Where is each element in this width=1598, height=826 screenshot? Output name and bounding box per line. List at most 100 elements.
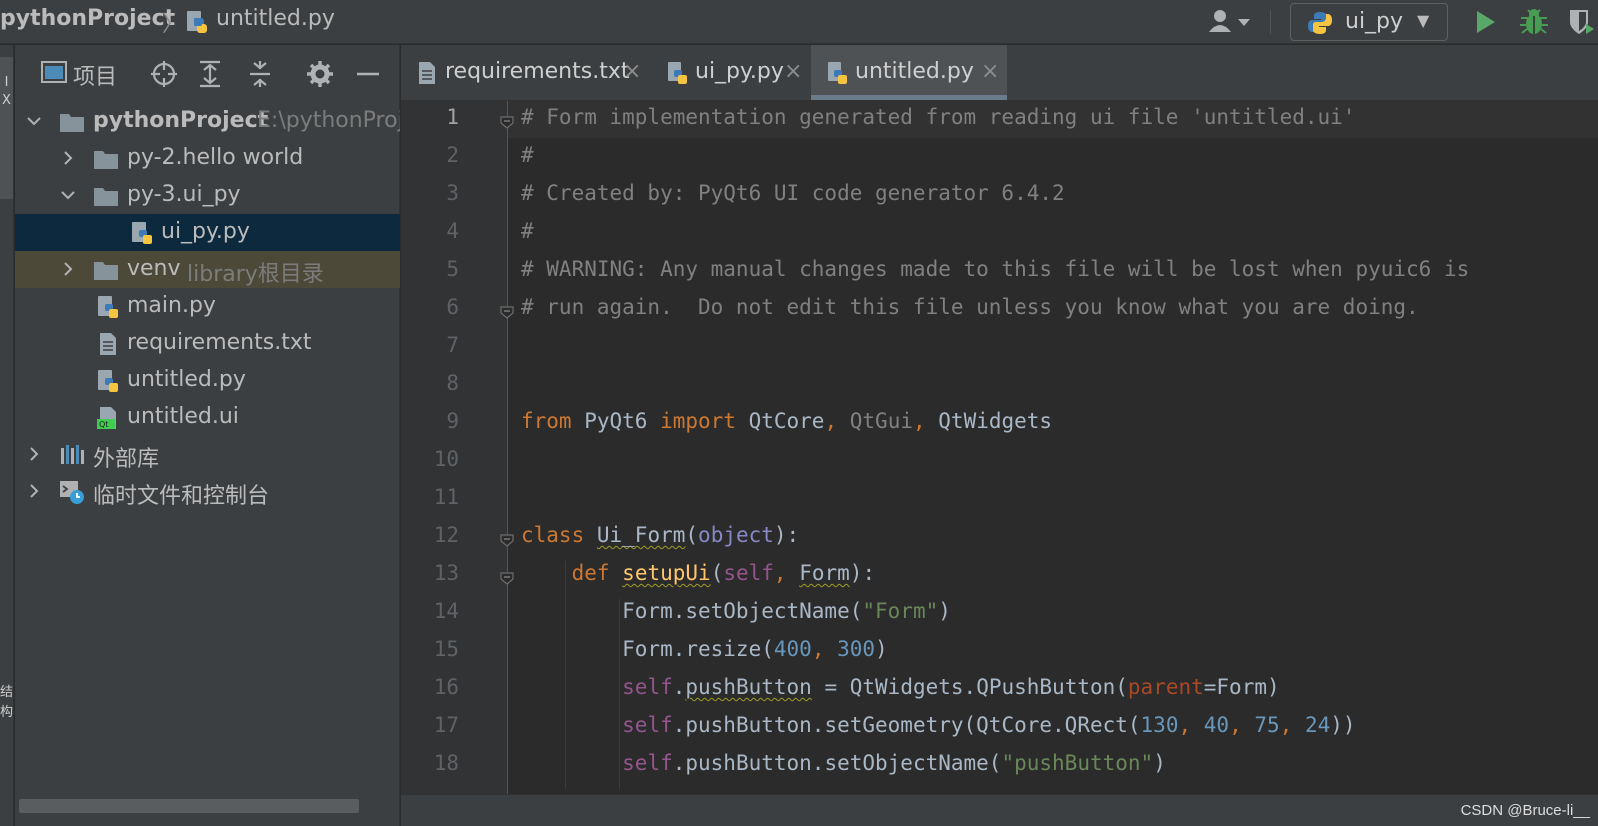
shield-icon [1570, 10, 1594, 34]
chevron-down-icon: ▼ [1417, 11, 1430, 30]
fold-marker-icon[interactable] [499, 114, 515, 130]
code-line[interactable]: # Form implementation generated from rea… [521, 105, 1355, 129]
expand-all-button[interactable] [195, 59, 225, 89]
project-panel-title[interactable]: 项目 [73, 59, 117, 91]
tree-item-untitled-py[interactable]: untitled.py [15, 362, 400, 399]
chevron-down-icon[interactable] [59, 186, 77, 204]
code-editor[interactable]: 1 2 3 4 5 6 7 8 9 10 11 12 13 14 15 16 17 18 # Form imple… [401, 101, 1598, 794]
chevron-down-icon[interactable] [25, 112, 43, 130]
project-tool-window-button[interactable]: I X [0, 57, 13, 199]
library-icon [59, 442, 85, 468]
code-token: Form [799, 561, 850, 585]
tree-item-venv[interactable]: venv library根目录 [15, 251, 400, 288]
close-icon[interactable]: × [623, 59, 641, 84]
chevron-right-icon[interactable] [25, 445, 43, 463]
tab-untitled-py[interactable]: untitled.py × [811, 45, 1007, 100]
hide-panel-button[interactable] [353, 59, 383, 89]
chevron-right-icon[interactable] [59, 260, 77, 278]
tree-item-requirements-txt[interactable]: requirements.txt [15, 325, 400, 362]
code-token: self [622, 675, 673, 699]
chevron-right-icon[interactable] [59, 149, 77, 167]
code-token: # run again. Do not edit this file unles… [521, 295, 1419, 319]
folder-icon [59, 109, 85, 135]
code-line[interactable]: self.pushButton.setObjectName("pushButto… [521, 751, 1166, 775]
code-line[interactable]: Form.resize(400, 300) [521, 637, 888, 661]
select-opened-file-button[interactable] [149, 59, 179, 89]
line-number: 6 [446, 295, 459, 319]
tree-item-label: main.py [127, 293, 216, 318]
code-token: , [773, 561, 800, 585]
code-token: .pushButton.setGeometry(QtCore.QRect( [672, 713, 1141, 737]
tab-ui-py-py[interactable]: ui_py.py × [651, 45, 809, 100]
scratch-icon [59, 479, 85, 505]
collapse-all-button[interactable] [245, 59, 275, 89]
line-number: 5 [446, 257, 459, 281]
tree-item-external-libraries[interactable]: 外部库 [15, 436, 400, 473]
code-token: , [824, 409, 850, 433]
code-token: 24 [1304, 713, 1331, 737]
tree-item-label: ui_py.py [161, 219, 250, 244]
code-token: # WARNING: Any manual changes made to th… [521, 257, 1470, 281]
project-panel-header: 项目 [15, 45, 400, 103]
tree-item-label: untitled.py [127, 367, 246, 392]
code-token: from [521, 409, 572, 433]
tree-item-main-py[interactable]: main.py [15, 288, 400, 325]
tree-item-py-3-ui-py[interactable]: py-3.ui_py [15, 177, 400, 214]
line-number-gutter[interactable]: 1 2 3 4 5 6 7 8 9 10 11 12 13 14 15 16 17 18 [401, 101, 507, 794]
breadcrumb-project[interactable]: pythonProject [0, 6, 175, 31]
close-icon[interactable]: × [981, 59, 999, 84]
code-token: class [521, 523, 585, 547]
code-line[interactable]: self.pushButton = QtWidgets.QPushButton(… [521, 675, 1279, 699]
code-line[interactable]: Form.setObjectName("Form") [521, 599, 951, 623]
tree-item-ui-py-py[interactable]: ui_py.py [15, 214, 400, 251]
tree-item-scratches[interactable]: 临时文件和控制台 [15, 473, 400, 510]
user-button[interactable] [1208, 8, 1256, 36]
python-file-icon [665, 61, 689, 85]
code-line[interactable]: from PyQt6 import QtCore, QtGui, QtWidge… [521, 409, 1052, 433]
code-line[interactable]: self.pushButton.setGeometry(QtCore.QRect… [521, 713, 1355, 737]
line-number: 8 [446, 371, 459, 395]
text-file-icon [95, 331, 121, 357]
debug-button[interactable] [1518, 6, 1550, 38]
code-token: ): [849, 561, 876, 585]
coverage-button[interactable] [1566, 6, 1598, 38]
active-tab-indicator [811, 95, 1007, 100]
line-number: 4 [446, 219, 459, 243]
structure-tool-window-button[interactable]: 结 [0, 681, 13, 700]
run-configuration-select[interactable]: ui_py ▼ [1290, 3, 1448, 41]
fold-marker-icon[interactable] [499, 532, 515, 548]
options-button[interactable] [305, 59, 335, 89]
code-line[interactable]: # [521, 219, 534, 243]
tree-item-label: untitled.ui [127, 404, 239, 429]
code-line[interactable]: class Ui_Form(object): [521, 523, 799, 547]
run-button[interactable] [1472, 8, 1500, 36]
tree-item-label: 外部库 [93, 447, 160, 472]
python-file-icon [129, 220, 155, 246]
code-line[interactable]: # run again. Do not edit this file unles… [521, 295, 1419, 319]
chevron-right-icon[interactable] [25, 482, 43, 500]
indent-guide [619, 599, 620, 789]
tree-item-hint: library根目录 [187, 262, 324, 287]
close-icon[interactable]: × [784, 59, 802, 84]
tree-item-pythonproject[interactable]: pythonProject E:\pythonProj [15, 103, 400, 140]
breadcrumb-file[interactable]: untitled.py [216, 6, 335, 31]
code-line[interactable]: # Created by: PyQt6 UI code generator 6.… [521, 181, 1065, 205]
code-token: "pushButton" [1001, 751, 1154, 775]
tree-item-untitled-ui[interactable]: Qt untitled.ui [15, 399, 400, 436]
fold-marker-icon[interactable] [499, 570, 515, 586]
horizontal-scrollbar[interactable] [19, 799, 359, 813]
python-file-icon [95, 294, 121, 320]
code-line[interactable]: # WARNING: Any manual changes made to th… [521, 257, 1469, 281]
code-line[interactable]: def setupUi(self, Form): [521, 561, 876, 585]
code-line[interactable]: # [521, 143, 534, 167]
code-token: "Form" [862, 599, 939, 623]
code-token: Form.setObjectName( [521, 599, 863, 623]
tree-item-py-2-hello-world[interactable]: py-2.hello world [15, 140, 400, 177]
fold-marker-icon[interactable] [499, 304, 515, 320]
navigation-bar: pythonProject 〉 untitled.py ui_py ▼ [0, 0, 1598, 44]
code-token: , [1229, 713, 1255, 737]
tab-requirements-txt[interactable]: requirements.txt × [401, 45, 649, 100]
project-panel: 项目 pythonProject E:\pythonProj py-2.hell… [15, 45, 400, 826]
code-token: QtCore [735, 409, 825, 433]
